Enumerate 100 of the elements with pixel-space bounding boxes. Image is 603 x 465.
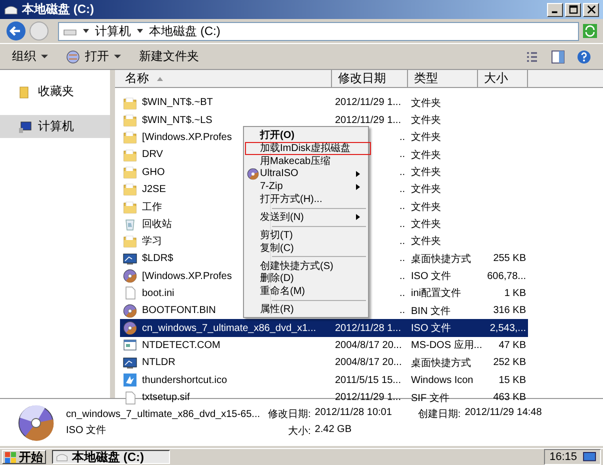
menu-item[interactable]: 删除(D) (245, 272, 367, 285)
menu-item[interactable]: 复制(C) (245, 241, 367, 254)
file-type: MS-DOS 应用... (411, 338, 482, 352)
file-type: 文件夹 (411, 234, 441, 248)
menu-item[interactable]: 打开方式(H)... (245, 192, 367, 206)
file-type: 桌面快捷方式 (411, 252, 471, 266)
file-type: 文件夹 (411, 182, 441, 196)
file-type: ISO 文件 (411, 322, 452, 336)
menu-item[interactable]: 重命名(M) (245, 284, 367, 298)
file-type: 文件夹 (411, 114, 441, 128)
file-type: Windows Icon (411, 374, 474, 386)
column-header[interactable]: 类型 (408, 70, 478, 87)
modified-date: .. (399, 184, 405, 195)
menu-item[interactable]: 打开(O) (245, 129, 367, 142)
menu-item[interactable]: 用Makecab压缩 (245, 154, 367, 168)
file-size: 255 KB (493, 253, 526, 264)
menu-item[interactable]: 剪切(T) (245, 228, 367, 242)
file-type: SIF 文件 (411, 392, 450, 405)
modified-date: .. (399, 270, 405, 282)
column-header[interactable]: 大小 (478, 70, 528, 87)
file-size: 316 KB (493, 305, 526, 316)
modified-date: 2012/11/29 1... (335, 392, 401, 404)
file-size: 2,543,... (490, 322, 526, 334)
modified-date: 2012/11/29 1... (335, 114, 401, 126)
taskbar-button[interactable]: 本地磁盘 (C:) (52, 450, 170, 464)
file-type: 桌面快捷方式 (411, 356, 471, 370)
file-name[interactable]: cn_windows_7_ultimate_x86_dvd_x1... (142, 322, 316, 334)
modified-date: .. (399, 132, 405, 143)
file-name: cn_windows_7_ultimate_x86_dvd_x15-65... (66, 408, 260, 420)
modified-date: .. (399, 236, 405, 247)
toolbar-button[interactable]: 组织 (12, 48, 48, 65)
column-header[interactable]: 名称 (115, 70, 332, 87)
file-type: ISO 文件 (66, 424, 108, 436)
file-name[interactable]: GHO (142, 166, 165, 178)
menu-item[interactable]: UltraISO (245, 167, 367, 180)
clock: 16:15 (549, 451, 577, 463)
file-size: 1 KB (504, 288, 526, 299)
detail-label: 创建日期: (418, 408, 461, 421)
file-type: BIN 文件 (411, 304, 450, 318)
detail-label: 修改日期: (268, 408, 311, 421)
window-title: 本地磁盘 (C:) (22, 1, 94, 18)
file-size: 47 KB (498, 340, 526, 351)
file-name[interactable]: $WIN_NT$.~LS (142, 114, 212, 126)
modified-date: 2011/5/15 15... (335, 374, 401, 386)
file-name[interactable]: txtsetup.sif (142, 392, 190, 404)
detail-value: 2.42 GB (314, 424, 352, 437)
modified-date: 2004/8/17 20... (335, 340, 402, 351)
detail-value: 2012/11/28 10:01 (314, 407, 392, 420)
file-type: ini配置文件 (411, 286, 462, 300)
modified-date: .. (399, 218, 405, 230)
file-name[interactable]: J2SE (142, 184, 166, 195)
menu-item[interactable]: 7-Zip (245, 180, 367, 193)
breadcrumb[interactable]: 本地磁盘 (C:) (149, 22, 220, 40)
modified-date: .. (399, 305, 405, 316)
file-name[interactable]: $WIN_NT$.~BT (142, 97, 213, 108)
selected-row[interactable]: cn_windows_7_ultimate_x86_dvd_x1... 2012/11/28 1... ISO 文件 2,543,... (120, 319, 528, 337)
file-name[interactable]: 学习 (142, 234, 162, 248)
file-type: 文件夹 (411, 130, 441, 144)
menu-item[interactable]: 加载ImDisk虚拟磁盘 (245, 142, 371, 155)
file-name[interactable]: 回收站 (142, 217, 172, 232)
file-name[interactable]: thundershortcut.ico (142, 374, 228, 386)
file-name[interactable]: BOOTFONT.BIN (142, 305, 216, 316)
toolbar-button[interactable]: 打开 (66, 48, 121, 65)
toolbar-button[interactable]: 新建文件夹 (139, 48, 199, 65)
modified-date: .. (399, 149, 405, 160)
file-name[interactable]: $LDR$ (142, 253, 174, 264)
modified-date: .. (399, 253, 405, 264)
file-type: 文件夹 (411, 148, 441, 162)
modified-date: .. (399, 201, 405, 212)
file-type: ISO 文件 (411, 270, 452, 284)
file-type: 文件夹 (411, 218, 441, 232)
address-bar[interactable]: 计算机 本地磁盘 (C:) (58, 22, 579, 40)
file-type: 文件夹 (411, 200, 441, 214)
file-size: 252 KB (493, 357, 526, 368)
menu-item[interactable]: 创建快捷方式(S) (245, 259, 367, 272)
menu-item[interactable]: 发送到(N) (245, 210, 367, 224)
sidebar-item[interactable]: 收藏夹 (0, 80, 110, 103)
breadcrumb[interactable]: 计算机 (95, 22, 131, 40)
modified-date: .. (399, 166, 405, 178)
file-size: 15 KB (498, 374, 526, 386)
file-name[interactable]: NTLDR (142, 357, 176, 368)
modified-date: 2012/11/29 1... (335, 97, 401, 108)
file-size: 463 KB (493, 392, 526, 404)
file-name[interactable]: 工作 (142, 200, 162, 214)
file-size: 606,78... (487, 270, 526, 282)
modified-date: .. (399, 288, 405, 299)
modified-date: 2004/8/17 20... (335, 357, 402, 368)
detail-label: 大小: (287, 424, 311, 438)
sidebar-item[interactable]: 计算机 (0, 115, 110, 138)
file-name[interactable]: NTDETECT.COM (142, 340, 220, 351)
file-name[interactable]: [Windows.XP.Profes (142, 270, 232, 282)
file-name[interactable]: DRV (142, 149, 163, 160)
file-name[interactable]: [Windows.XP.Profes (142, 132, 232, 143)
file-name[interactable]: boot.ini (142, 288, 174, 299)
file-type: 文件夹 (411, 96, 441, 110)
column-header[interactable]: 修改日期 (332, 70, 408, 87)
detail-value: 2012/11/29 14:48 (464, 407, 542, 420)
modified-date: 2012/11/28 1... (335, 322, 401, 334)
menu-item[interactable]: 属性(R) (245, 302, 367, 316)
start-button[interactable]: 开始 (2, 450, 46, 464)
